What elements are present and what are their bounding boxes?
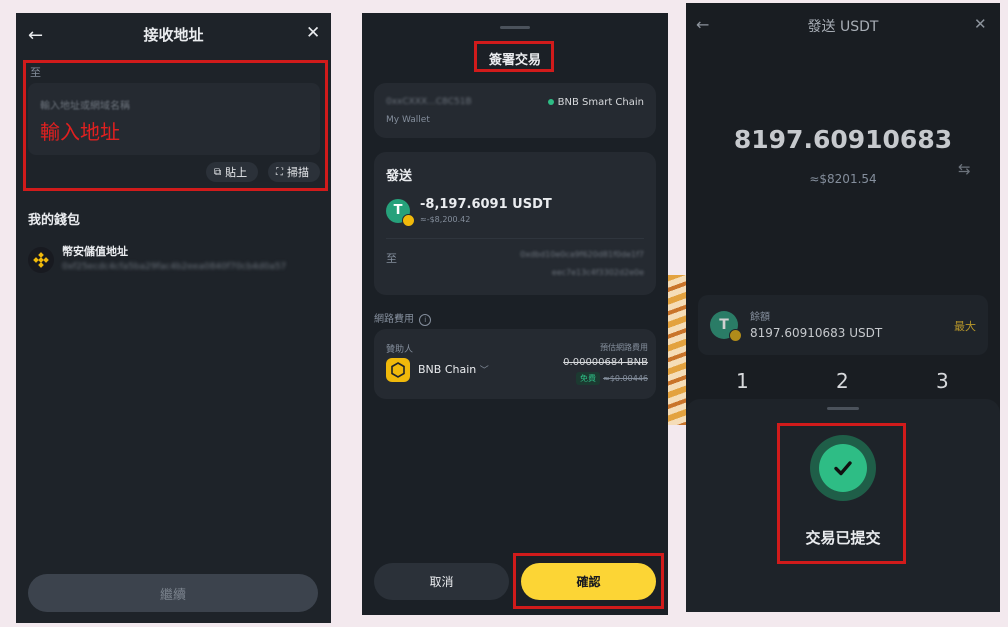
network-fee-title: 網路費用 i (374, 310, 432, 326)
success-sheet: 交易已提交 (686, 399, 1000, 612)
decorative-pattern (668, 275, 688, 425)
to-label: 至 (386, 252, 397, 265)
swap-currency-icon[interactable]: ⇆ (958, 160, 971, 178)
title-highlight-box (474, 41, 554, 72)
send-card: 發送 T -8,197.6091 USDT ≈-$8,200.42 至 0xdb… (374, 152, 656, 295)
bnb-chain-icon (386, 358, 410, 382)
input-highlight-box (23, 60, 328, 191)
network-name: BNB Smart Chain (557, 97, 644, 108)
to-address-line1: 0xdbd10e0ca9f620d81f0de1f7 (520, 250, 644, 259)
continue-button[interactable]: 繼續 (28, 574, 318, 612)
keypad-key-3[interactable]: 3 (936, 369, 949, 393)
wallet-address: 0xxCXXX...C8C51B (386, 97, 472, 107)
close-icon[interactable]: ✕ (974, 15, 987, 33)
sponsor-label: 贊助人 (386, 345, 414, 355)
wallet-label: My Wallet (386, 115, 430, 125)
est-fee-label: 預估網路費用 (600, 343, 648, 352)
info-icon[interactable]: i (419, 314, 432, 326)
keypad-key-2[interactable]: 2 (836, 369, 849, 393)
send-amount: 8197.60910683 (733, 125, 953, 154)
send-title: 發送 (386, 169, 413, 184)
sheet-grab-handle[interactable] (827, 407, 859, 410)
fee-amount: 0.00000684 BNB (563, 357, 648, 368)
network-fee-label: 網路費用 (374, 314, 414, 325)
send-amount: -8,197.6091 USDT (420, 197, 552, 212)
send-amount-fiat: ≈-$8,200.42 (420, 215, 471, 224)
wallet-card: 0xxCXXX...C8C51B My Wallet BNB Smart Cha… (374, 83, 656, 138)
wallet-list-item[interactable]: 幣安儲值地址 0xf25ecdc4cfa5ba29fac4b2eea0840f7… (28, 241, 323, 277)
keypad-key-1[interactable]: 1 (736, 369, 749, 393)
fee-fiat: ≈$0.00446 (603, 374, 648, 383)
confirm-highlight-box (513, 553, 664, 609)
max-button[interactable]: 最大 (954, 318, 976, 334)
my-wallet-title: 我的錢包 (28, 213, 81, 228)
wallet-address: 0xf25ecdc4cfa5ba29fac4b2eea0840f70cb4d0a… (62, 262, 287, 272)
sheet-grab-handle[interactable] (500, 26, 530, 29)
chain-selector[interactable]: BNB Chain ﹀ (418, 363, 489, 376)
bnb-badge-icon (729, 329, 742, 342)
free-badge: 免費 (576, 372, 600, 385)
wallet-name: 幣安儲值地址 (62, 245, 128, 258)
send-amount-fiat: ≈$8201.54 (809, 172, 877, 186)
network-indicator: BNB Smart Chain (547, 97, 644, 108)
receive-address-screen: ← 接收地址 ✕ 至 輸入地址或網域名稱 輸入地址 ⧉ 貼上 ⛶ 掃描 我的錢包… (16, 13, 331, 623)
chevron-down-icon: ﹀ (479, 366, 489, 376)
send-usdt-screen: ← 發送 USDT ✕ 8197.60910683 ≈$8201.54 ⇆ T … (686, 3, 1000, 612)
binance-logo-icon (28, 247, 54, 273)
cancel-button-label: 取消 (429, 575, 454, 589)
divider (386, 238, 644, 239)
fee-card: 贊助人 BNB Chain ﹀ 預估網路費用 0.00000684 BNB 免費… (374, 329, 656, 399)
to-address-line2: eec7e13c4f3302d2e0e (551, 268, 644, 277)
balance-label: 餘額 (750, 312, 770, 323)
sign-transaction-screen: 簽署交易 0xxCXXX...C8C51B My Wallet BNB Smar… (362, 13, 668, 615)
bnb-badge-icon (402, 214, 415, 227)
chain-name: BNB Chain (418, 363, 477, 376)
success-highlight-box (777, 423, 906, 564)
green-dot-icon (547, 99, 554, 105)
cancel-button[interactable]: 取消 (374, 563, 509, 600)
close-icon[interactable]: ✕ (306, 23, 320, 43)
balance-value: 8197.60910683 USDT (750, 326, 883, 340)
continue-button-label: 繼續 (159, 587, 186, 603)
page-title: 接收地址 (143, 26, 204, 44)
page-title: 發送 USDT (807, 19, 879, 35)
balance-card: T 餘額 8197.60910683 USDT 最大 (698, 295, 988, 355)
